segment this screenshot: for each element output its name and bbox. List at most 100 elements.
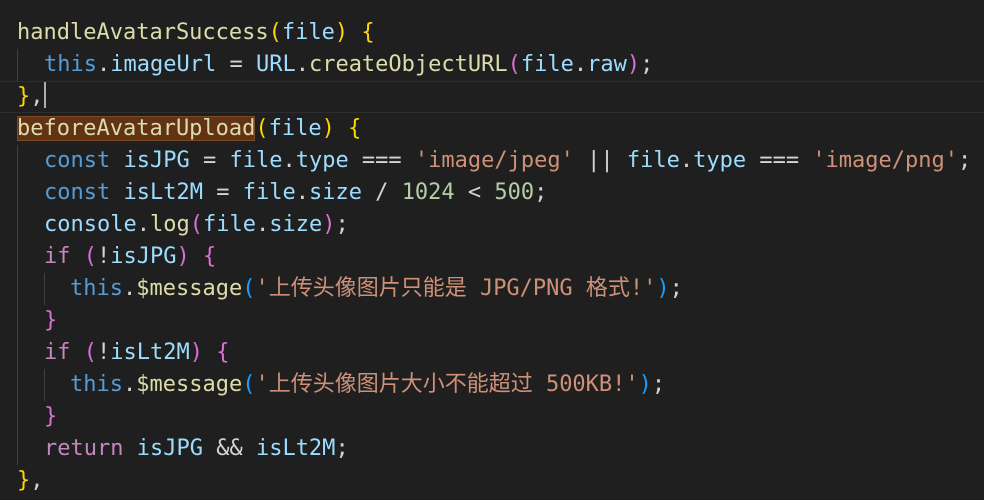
- paren: ): [334, 20, 349, 45]
- property: size: [308, 180, 362, 205]
- indent-guide: [17, 177, 18, 209]
- method-call: log: [149, 212, 190, 237]
- if-keyword: if: [44, 244, 71, 269]
- this-keyword: this: [70, 372, 123, 397]
- line-content: handleAvatarSuccess(file) {: [17, 17, 375, 49]
- code-line-7[interactable]: console.log(file.size);: [0, 209, 984, 241]
- paren: ): [626, 52, 641, 77]
- indent-guide: [17, 401, 18, 433]
- semicolon: ;: [534, 180, 548, 205]
- paren: (: [242, 276, 256, 301]
- dot: .: [122, 276, 137, 301]
- code-line-4[interactable]: beforeAvatarUpload(file) {: [0, 113, 984, 145]
- code-line-1[interactable]: handleAvatarSuccess(file) {: [0, 17, 984, 49]
- operator: &&: [202, 436, 256, 461]
- line-content: const isJPG = file.type === 'image/jpeg'…: [44, 145, 971, 177]
- paren: (: [189, 212, 203, 237]
- operator: !: [97, 244, 111, 269]
- line-content: },: [17, 81, 46, 113]
- paren: (: [255, 116, 269, 141]
- string-literal: '上传头像图片只能是 JPG/PNG 格式!': [255, 276, 657, 301]
- semicolon: ;: [640, 52, 654, 77]
- dot: .: [295, 52, 309, 77]
- indent-guide: [44, 273, 45, 305]
- identifier: file: [202, 212, 256, 237]
- code-line-5[interactable]: const isJPG = file.type === 'image/jpeg'…: [0, 145, 984, 177]
- line-content: return isJPG && isLt2M;: [44, 433, 349, 465]
- indent-guide: [17, 337, 18, 369]
- paren: (: [507, 52, 521, 77]
- indent-guide: [17, 241, 18, 273]
- code-line-12[interactable]: this.$message('上传头像图片大小不能超过 500KB!');: [0, 369, 984, 401]
- property: imageUrl: [110, 52, 217, 77]
- method-call: $message: [136, 372, 243, 397]
- identifier: file: [520, 52, 574, 77]
- property: type: [295, 148, 349, 173]
- indent-guide: [17, 273, 18, 305]
- operator: ||: [573, 148, 627, 173]
- operator: =: [202, 180, 243, 205]
- code-line-9[interactable]: this.$message('上传头像图片只能是 JPG/PNG 格式!');: [0, 273, 984, 305]
- identifier: isLt2M: [255, 436, 336, 461]
- comma: ,: [30, 468, 44, 493]
- dot: .: [282, 148, 296, 173]
- code-line-8[interactable]: if (!isJPG) {: [0, 241, 984, 273]
- identifier: console: [44, 212, 137, 237]
- string-literal: 'image/png': [812, 148, 959, 173]
- paren: ): [656, 276, 670, 301]
- operator: !: [97, 340, 111, 365]
- semicolon: ;: [335, 212, 349, 237]
- indent-guide: [17, 433, 18, 465]
- string-literal: 'image/jpeg': [414, 148, 574, 173]
- if-keyword: if: [44, 340, 71, 365]
- indent-guide: [17, 305, 18, 337]
- code-line-11[interactable]: if (!isLt2M) {: [0, 337, 984, 369]
- code-line-14[interactable]: return isJPG && isLt2M;: [0, 433, 984, 465]
- dot: .: [96, 52, 111, 77]
- identifier: isJPG: [110, 244, 177, 269]
- line-content: this.imageUrl = URL.createObjectURL(file…: [44, 49, 653, 81]
- code-line-2[interactable]: this.imageUrl = URL.createObjectURL(file…: [0, 49, 984, 81]
- brace: {: [361, 20, 375, 45]
- indent-guide: [17, 145, 18, 177]
- identifier: isLt2M: [110, 340, 190, 365]
- this-keyword: this: [44, 52, 97, 77]
- identifier: file: [242, 180, 296, 205]
- const-keyword: const: [44, 180, 111, 205]
- line-content: const isLt2M = file.size / 1024 < 500;: [44, 177, 547, 209]
- paren: (: [83, 244, 97, 269]
- paren: ): [321, 116, 335, 141]
- line-content: },: [17, 465, 44, 497]
- dot: .: [295, 180, 309, 205]
- operator: <: [454, 180, 495, 205]
- identifier: URL: [255, 52, 296, 77]
- brace: }: [17, 84, 31, 109]
- line-content: this.$message('上传头像图片只能是 JPG/PNG 格式!');: [70, 273, 683, 305]
- paren: (: [83, 340, 97, 365]
- paren: ): [176, 244, 190, 269]
- param: file: [268, 116, 322, 141]
- operator: =: [216, 52, 256, 77]
- semicolon: ;: [651, 372, 666, 397]
- code-editor[interactable]: handleAvatarSuccess(file) { this.imageUr…: [0, 0, 984, 500]
- code-line-10[interactable]: }: [0, 305, 984, 337]
- operator: =: [189, 148, 230, 173]
- operator: ===: [348, 148, 415, 173]
- line-content: if (!isLt2M) {: [44, 337, 229, 369]
- method-name-highlighted: beforeAvatarUpload: [17, 116, 256, 141]
- property: raw: [587, 52, 627, 77]
- code-line-3[interactable]: },: [0, 81, 984, 113]
- code-line-15[interactable]: },: [0, 465, 984, 497]
- identifier: file: [626, 148, 680, 173]
- operator: /: [361, 180, 402, 205]
- code-line-13[interactable]: }: [0, 401, 984, 433]
- code-line-6[interactable]: const isLt2M = file.size / 1024 < 500;: [0, 177, 984, 209]
- param: file: [281, 20, 335, 45]
